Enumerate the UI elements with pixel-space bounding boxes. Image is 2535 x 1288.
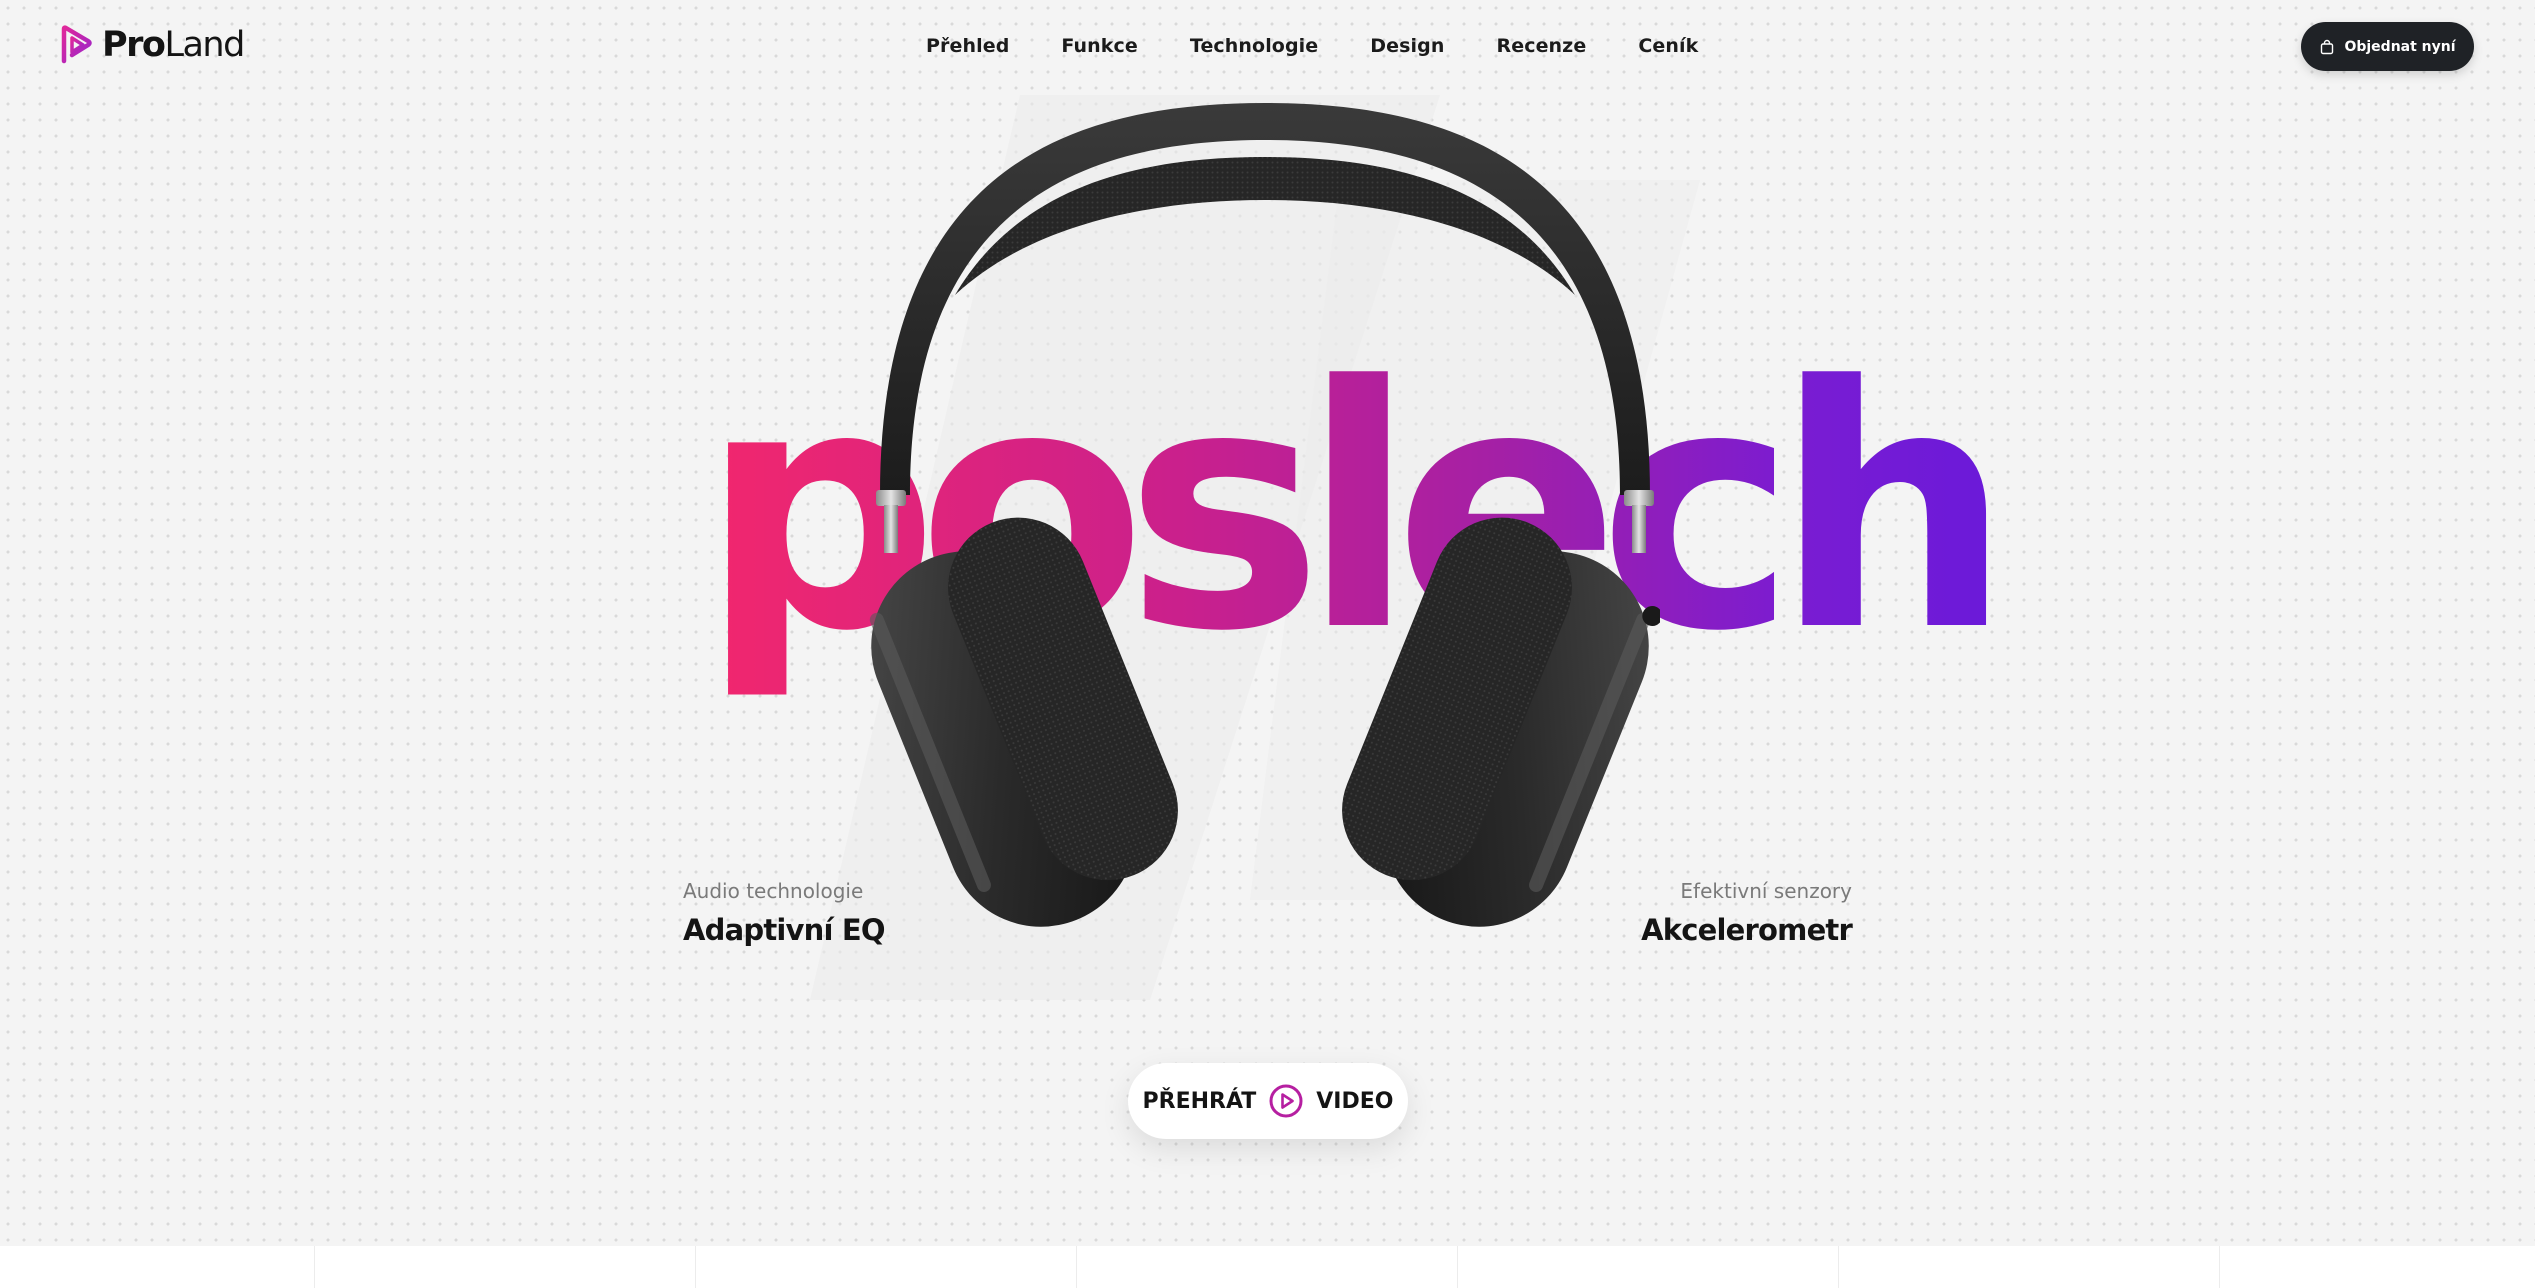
logo-mark-icon — [61, 25, 92, 64]
strip-cell — [1839, 1246, 2220, 1288]
nav-link-prehled[interactable]: Přehled — [926, 30, 1009, 62]
nav-link-design[interactable]: Design — [1370, 30, 1444, 62]
nav-link-cenik[interactable]: Ceník — [1638, 30, 1698, 62]
play-video-label-before: PŘEHRÁT — [1142, 1088, 1257, 1114]
order-now-button[interactable]: Objednat nyní — [2301, 22, 2474, 71]
nav-link-recenze[interactable]: Recenze — [1496, 30, 1586, 62]
strip-cell — [315, 1246, 696, 1288]
feature-sensors-title: Akcelerometr — [1641, 913, 1853, 947]
feature-audio-title: Adaptivní EQ — [683, 913, 886, 947]
feature-audio-caption: Audio technologie — [683, 879, 864, 903]
strip-cell — [696, 1246, 1077, 1288]
feature-sensors-caption: Efektivní senzory — [1680, 879, 1852, 903]
play-video-button[interactable]: PŘEHRÁT VIDEO — [1128, 1063, 1408, 1139]
nav-link-funkce[interactable]: Funkce — [1061, 30, 1137, 62]
strip-cell — [0, 1246, 315, 1288]
play-circle-icon — [1269, 1084, 1303, 1118]
feature-sensors: Efektivní senzory Akcelerometr — [1641, 877, 1853, 950]
strip-cell — [1077, 1246, 1458, 1288]
main-nav: Přehled Funkce Technologie Design Recenz… — [926, 30, 1698, 62]
feature-audio: Audio technologie Adaptivní EQ — [683, 877, 886, 950]
order-now-label: Objednat nyní — [2344, 38, 2456, 55]
strip-cell — [1458, 1246, 1839, 1288]
play-video-label-after: VIDEO — [1316, 1088, 1394, 1114]
brand-name: ProLand — [102, 25, 245, 65]
strip-cell — [2220, 1246, 2535, 1288]
next-section-strip — [0, 1246, 2535, 1288]
nav-link-technologie[interactable]: Technologie — [1190, 30, 1318, 62]
headphones-image — [869, 103, 1660, 927]
shopping-bag-icon — [2321, 39, 2334, 54]
brand-logo[interactable]: ProLand — [58, 24, 245, 66]
